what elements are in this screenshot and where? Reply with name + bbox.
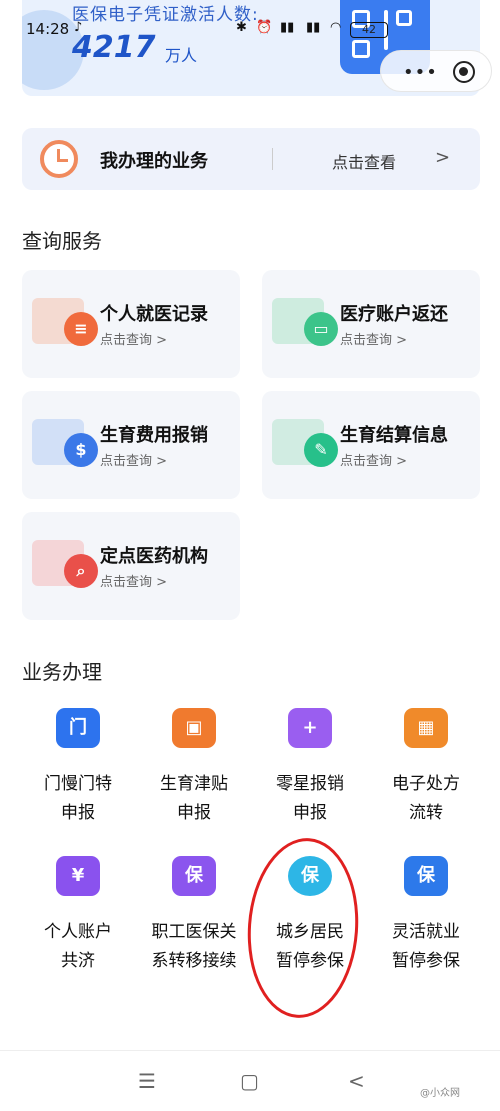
watermark: @小众网: [420, 1088, 460, 1099]
bluetooth-icon: ✱: [236, 20, 247, 35]
pencil-icon: ✎: [304, 433, 338, 467]
service-account-mutual-aid[interactable]: ¥ 个人账户 共济: [20, 856, 136, 976]
search-icon: ⌕: [64, 554, 98, 588]
tiktok-icon: ♪: [74, 20, 83, 35]
wifi-icon: ◠: [330, 20, 342, 35]
service-label: 门慢门特 申报: [44, 774, 112, 823]
plus-icon: +: [288, 708, 332, 748]
wallet-icon: ▭: [304, 312, 338, 346]
service-label: 生育津贴 申报: [160, 774, 228, 823]
more-icon[interactable]: •••: [403, 62, 438, 83]
home-icon[interactable]: ▢: [240, 1069, 259, 1093]
stroller-icon: ▣: [172, 708, 216, 748]
view-link[interactable]: 点击查看: [332, 149, 396, 173]
service-label: 个人账户 共济: [44, 922, 112, 971]
service-e-prescription[interactable]: ▦ 电子处方 流转: [368, 708, 484, 828]
card-subtitle: 点击查询 >: [340, 333, 408, 348]
back-icon[interactable]: <: [348, 1069, 365, 1093]
service-sporadic-reimbursement[interactable]: + 零星报销 申报: [252, 708, 368, 828]
service-maternity-allowance[interactable]: ▣ 生育津贴 申报: [136, 708, 252, 828]
coin-icon: $: [64, 433, 98, 467]
card-subtitle: 点击查询 >: [100, 575, 168, 590]
record-icon: ≡: [64, 312, 98, 346]
card-subtitle: 点击查询 >: [100, 454, 168, 469]
card-medical-records[interactable]: ≡ 个人就医记录 点击查询 >: [22, 270, 240, 378]
clock-icon: [40, 140, 78, 178]
signal-2-icon: ▮▮: [306, 20, 321, 35]
card-subtitle: 点击查询 >: [100, 333, 168, 348]
card-title: 生育费用报销: [100, 425, 208, 446]
signal-icon: ▮▮: [280, 20, 295, 35]
service-label: 职工医保关 系转移接续: [151, 922, 237, 971]
prescription-icon: ▦: [404, 708, 448, 748]
service-label: 灵活就业 暂停参保: [392, 922, 460, 971]
yuan-icon: ¥: [56, 856, 100, 896]
business-section-title: 业务办理: [22, 660, 102, 684]
insurance-transfer-icon: 保: [172, 856, 216, 896]
miniapp-capsule: •••: [380, 50, 492, 92]
card-maternity-settlement[interactable]: ✎ 生育结算信息 点击查询 >: [262, 391, 480, 499]
service-chronic-disease[interactable]: 门 门慢门特 申报: [20, 708, 136, 828]
card-title: 个人就医记录: [100, 304, 208, 325]
card-designated-institutions[interactable]: ⌕ 定点医药机构 点击查询 >: [22, 512, 240, 620]
card-subtitle: 点击查询 >: [340, 454, 408, 469]
card-title: 生育结算信息: [340, 425, 448, 446]
service-label: 零星报销 申报: [276, 774, 344, 823]
chronic-disease-icon: 门: [56, 708, 100, 748]
shield-pause-icon: 保: [404, 856, 448, 896]
my-business-label: 我办理的业务: [100, 151, 208, 172]
service-employee-transfer[interactable]: 保 职工医保关 系转移接续: [136, 856, 252, 976]
card-title: 定点医药机构: [100, 546, 208, 567]
alarm-icon: ⏰: [256, 20, 273, 35]
card-title: 医疗账户返还: [340, 304, 448, 325]
my-business-bar[interactable]: 我办理的业务 点击查看 >: [22, 128, 480, 190]
card-account-refund[interactable]: ▭ 医疗账户返还 点击查询 >: [262, 270, 480, 378]
screen: 医保电子凭证激活人数: 4217 万人 14:28 ♪ ✱ ⏰ ▮▮ ▮▮ ◠ …: [0, 0, 500, 1111]
card-maternity-reimbursement[interactable]: $ 生育费用报销 点击查询 >: [22, 391, 240, 499]
system-nav-bar: ☰ ▢ <: [0, 1050, 500, 1111]
divider: [272, 148, 273, 170]
close-target-icon[interactable]: [453, 61, 475, 83]
battery-icon: 42: [350, 22, 388, 38]
menu-icon[interactable]: ☰: [138, 1069, 156, 1093]
service-flexible-suspend[interactable]: 保 灵活就业 暂停参保: [368, 856, 484, 976]
chevron-right-icon: >: [435, 147, 451, 168]
query-section-title: 查询服务: [22, 229, 102, 253]
status-time: 14:28: [26, 20, 70, 38]
service-label: 电子处方 流转: [392, 774, 460, 823]
